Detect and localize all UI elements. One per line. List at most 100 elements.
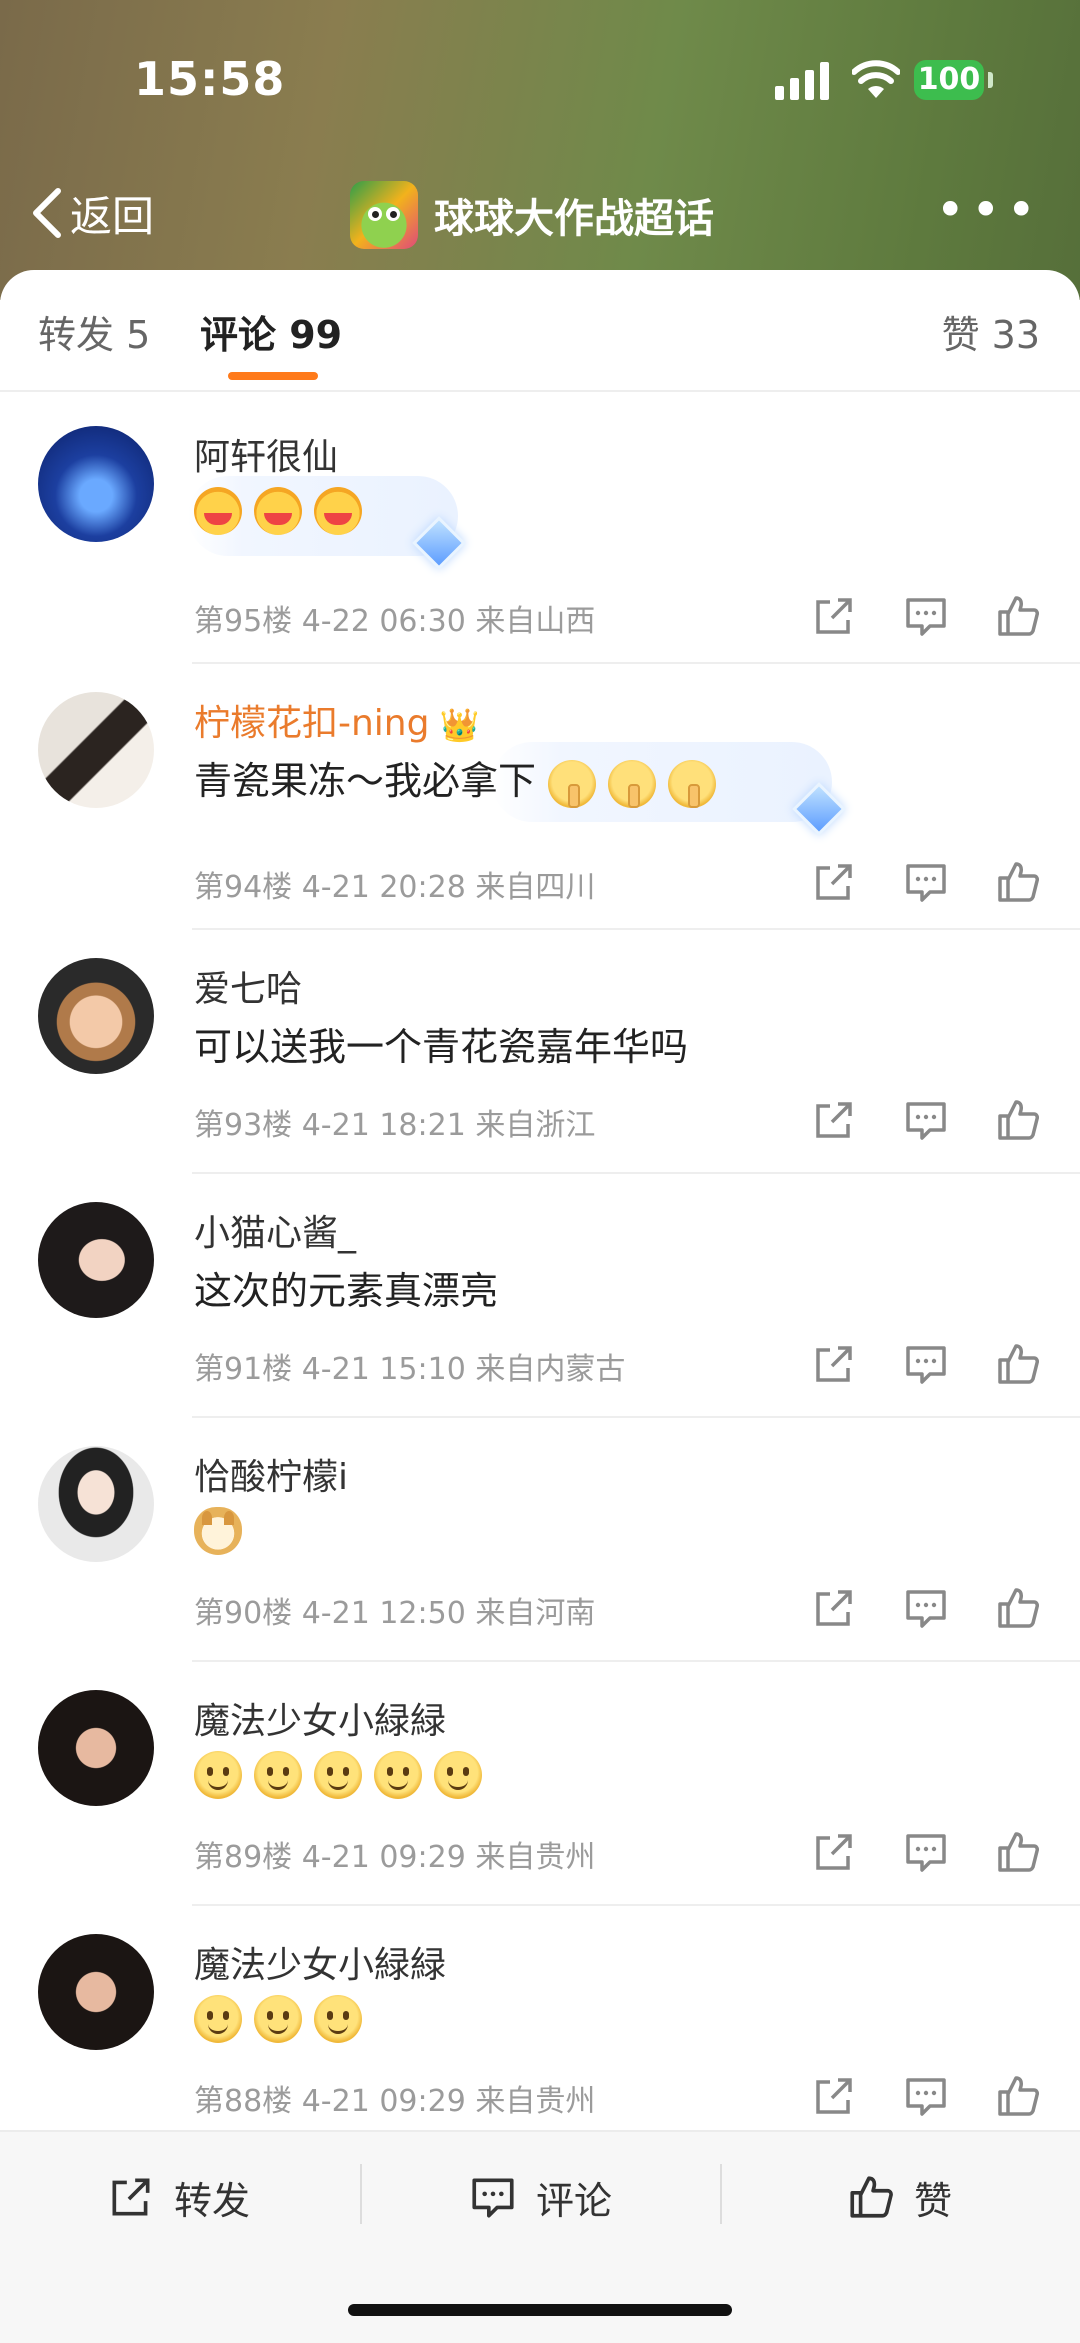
comment-actions <box>810 2072 1040 2122</box>
emoji-smile-icon <box>194 1994 242 2043</box>
comment-icon[interactable] <box>902 1584 950 1632</box>
comment-content <box>194 1994 374 2043</box>
comment-meta: 第94楼 4-21 20:28 来自四川 <box>194 870 596 905</box>
share-icon[interactable] <box>810 592 858 640</box>
emoji-shh-icon <box>608 759 657 808</box>
comment-item: 恰酸柠檬i 第90楼 4-21 12:50 来自河南 <box>38 1416 1080 1660</box>
emoji-doge-icon <box>194 1506 242 1555</box>
navigation-bar: 返回 球球大作战超话 ••• <box>0 160 1080 270</box>
emoji-cheer-icon <box>314 486 362 535</box>
wifi-icon <box>852 60 900 98</box>
status-time: 15:58 <box>134 52 286 106</box>
emoji-cheer-icon <box>254 486 302 535</box>
comment-item: 阿轩很仙 第95楼 4-22 06:30 来自山西 <box>38 398 1080 662</box>
like-icon[interactable] <box>994 592 1042 640</box>
tab-comment[interactable]: 评论 99 <box>200 304 342 359</box>
share-icon[interactable] <box>810 1584 858 1632</box>
like-icon[interactable] <box>994 858 1042 906</box>
comment-icon[interactable] <box>902 1340 950 1388</box>
username[interactable]: 爱七哈 <box>194 960 302 1012</box>
avatar[interactable] <box>38 426 154 542</box>
emoji-cheer-icon <box>194 486 242 535</box>
emoji-shh-icon <box>668 759 717 808</box>
like-icon <box>850 2176 893 2218</box>
cellular-signal-icon <box>775 62 829 100</box>
tab-like[interactable]: 赞 33 <box>942 304 1040 359</box>
emoji-smile-icon <box>254 1750 302 1799</box>
username[interactable]: 小猫心酱_ <box>194 1204 356 1256</box>
share-icon[interactable] <box>810 1096 858 1144</box>
emoji-smile-icon <box>374 1750 422 1799</box>
comment-meta: 第88楼 4-21 09:29 来自贵州 <box>194 2084 596 2119</box>
username-text: 柠檬花扣-ning <box>194 703 430 744</box>
comment-text: 青瓷果冻～我必拿下 <box>194 759 537 803</box>
comment-text: 可以送我一个青花瓷嘉年华吗 <box>194 1025 689 1069</box>
like-icon[interactable] <box>994 1340 1042 1388</box>
share-icon[interactable] <box>810 2072 858 2120</box>
comment-icon[interactable] <box>902 1828 950 1876</box>
bottom-repost-label: 转发 <box>174 2178 251 2223</box>
comment-content: 青瓷果冻～我必拿下 <box>194 750 728 808</box>
avatar[interactable] <box>38 1934 154 2050</box>
avatar[interactable] <box>38 1446 154 1562</box>
share-icon[interactable] <box>810 858 858 906</box>
username[interactable]: 阿轩很仙 <box>194 428 338 480</box>
bottom-comment-button[interactable]: 评论 <box>468 2162 612 2232</box>
comment-item: 魔法少女小緑緑 第88楼 4-21 09:29 来自贵州 <box>38 1904 1080 2148</box>
like-icon[interactable] <box>994 2072 1042 2120</box>
share-icon[interactable] <box>810 1340 858 1388</box>
active-tab-indicator <box>228 372 318 380</box>
battery-cap <box>988 72 993 88</box>
emoji-smile-icon <box>434 1750 482 1799</box>
tab-repost[interactable]: 转发 5 <box>38 304 150 359</box>
comment-content <box>194 1506 254 1555</box>
comment-icon[interactable] <box>902 592 950 640</box>
status-bar: 15:58 100 <box>0 0 1080 160</box>
avatar[interactable] <box>38 958 154 1074</box>
comment-sheet: 转发 5 评论 99 赞 33 阿轩很仙 第95楼 4-22 06:30 来自山… <box>0 270 1080 2341</box>
username[interactable]: 魔法少女小緑緑 <box>194 1936 446 1988</box>
like-icon[interactable] <box>994 1828 1042 1876</box>
comment-icon[interactable] <box>902 2072 950 2120</box>
comment-actions <box>810 1096 1040 1146</box>
comment-actions <box>810 1340 1040 1390</box>
avatar[interactable] <box>38 692 154 808</box>
comment-content <box>194 1750 494 1799</box>
comment-list: 阿轩很仙 第95楼 4-22 06:30 来自山西 柠檬花扣-ning 👑 青瓷果… <box>0 398 1080 2148</box>
share-icon[interactable] <box>810 1828 858 1876</box>
bottom-like-label: 赞 <box>914 2178 953 2223</box>
comment-icon[interactable] <box>902 1096 950 1144</box>
comment-text: 这次的元素真漂亮 <box>194 1269 499 1313</box>
divider <box>360 2164 362 2224</box>
divider <box>720 2164 722 2224</box>
username[interactable]: 魔法少女小緑緑 <box>194 1692 446 1744</box>
back-chevron-icon <box>33 188 61 238</box>
back-button[interactable]: 返回 <box>30 178 154 248</box>
bottom-like-button[interactable]: 赞 <box>846 2162 952 2232</box>
avatar[interactable] <box>38 1690 154 1806</box>
nav-title-group[interactable]: 球球大作战超话 <box>350 170 714 260</box>
comment-icon[interactable] <box>902 858 950 906</box>
more-icon[interactable]: ••• <box>936 185 1042 235</box>
battery-indicator: 100 <box>914 60 984 100</box>
bottom-repost-button[interactable]: 转发 <box>106 2162 250 2232</box>
avatar[interactable] <box>38 1202 154 1318</box>
comment-item: 魔法少女小緑緑 第89楼 4-21 09:29 来自贵州 <box>38 1660 1080 1904</box>
emoji-shh-icon <box>548 759 597 808</box>
back-label: 返回 <box>70 191 155 241</box>
comment-actions <box>810 858 1040 908</box>
emoji-smile-icon <box>254 1994 302 2043</box>
bottom-comment-label: 评论 <box>536 2178 613 2223</box>
emoji-smile-icon <box>314 1994 362 2043</box>
emoji-smile-icon <box>194 1750 242 1799</box>
like-icon[interactable] <box>994 1584 1042 1632</box>
comment-actions <box>810 1828 1040 1878</box>
username[interactable]: 恰酸柠檬i <box>194 1448 348 1500</box>
comment-meta: 第91楼 4-21 15:10 来自内蒙古 <box>194 1352 626 1387</box>
like-icon[interactable] <box>994 1096 1042 1144</box>
comment-item: 爱七哈 可以送我一个青花瓷嘉年华吗 第93楼 4-21 18:21 来自浙江 <box>38 928 1080 1172</box>
comment-item: 小猫心酱_ 这次的元素真漂亮 第91楼 4-21 15:10 来自内蒙古 <box>38 1172 1080 1416</box>
page-title: 球球大作战超话 <box>434 196 714 242</box>
username[interactable]: 柠檬花扣-ning 👑 <box>194 694 479 746</box>
comment-icon <box>472 2178 514 2218</box>
